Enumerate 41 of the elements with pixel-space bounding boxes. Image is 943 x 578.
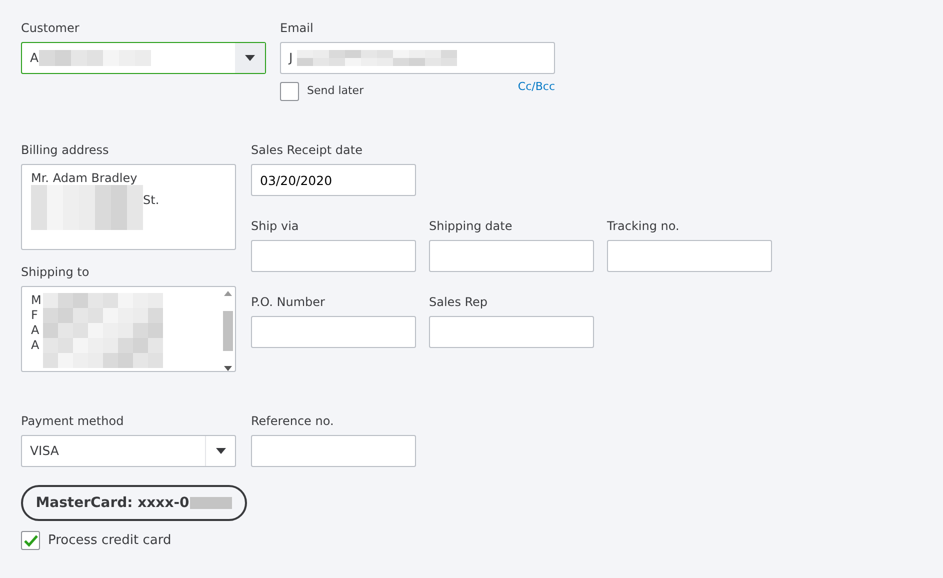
field-label: Sales Rep xyxy=(429,294,489,310)
field-label: Billing address xyxy=(21,142,110,158)
input-field[interactable] xyxy=(251,316,416,348)
customer-value: A xyxy=(30,48,39,67)
scroll-down-icon[interactable] xyxy=(224,366,232,371)
address-line: Mr. Adam Bradley xyxy=(31,171,138,185)
email-field[interactable]: J xyxy=(280,42,555,74)
field-label: Shipping date xyxy=(429,218,514,234)
field-label: Shipping to xyxy=(21,264,90,280)
field-label: Payment method xyxy=(21,413,125,429)
field-label: Email xyxy=(280,20,314,36)
input-field[interactable] xyxy=(429,316,594,348)
payment-method-value: VISA xyxy=(30,442,60,460)
send-later-checkbox[interactable] xyxy=(280,82,299,101)
input-field[interactable] xyxy=(251,240,416,272)
field-label: Sales Receipt date xyxy=(251,142,364,158)
field-label: P.O. Number xyxy=(251,294,326,310)
cc-bcc-link[interactable]: Cc/Bcc xyxy=(518,79,555,96)
scrollbar[interactable] xyxy=(221,291,235,371)
payment-method-dropdown[interactable]: VISA xyxy=(21,435,236,467)
field-label: Customer xyxy=(21,20,80,36)
email-value: J xyxy=(289,48,293,67)
saved-card-button[interactable]: MasterCard: xxxx-0 xyxy=(21,485,247,521)
customer-dropdown[interactable]: A xyxy=(21,42,266,74)
process-card-label: Process credit card xyxy=(48,532,172,550)
input-field[interactable]: 03/20/2020 xyxy=(251,164,416,196)
field-label: Reference no. xyxy=(251,413,335,429)
caret-icon xyxy=(245,55,255,61)
field-label: Tracking no. xyxy=(607,218,680,234)
input-field[interactable] xyxy=(607,240,772,272)
shipping-address-field[interactable]: M F A A xyxy=(21,286,236,372)
process-card-checkbox[interactable] xyxy=(21,531,40,550)
field-label: Ship via xyxy=(251,218,300,234)
address-line: St. xyxy=(143,192,160,209)
caret-icon xyxy=(216,448,226,454)
scroll-up-icon[interactable] xyxy=(224,291,232,296)
billing-address-field[interactable]: Mr. Adam Bradley St. xyxy=(21,164,236,250)
input-field[interactable] xyxy=(251,435,416,467)
send-later-label: Send later xyxy=(307,83,364,100)
address-initials: M F A A xyxy=(31,293,42,354)
input-field[interactable] xyxy=(429,240,594,272)
